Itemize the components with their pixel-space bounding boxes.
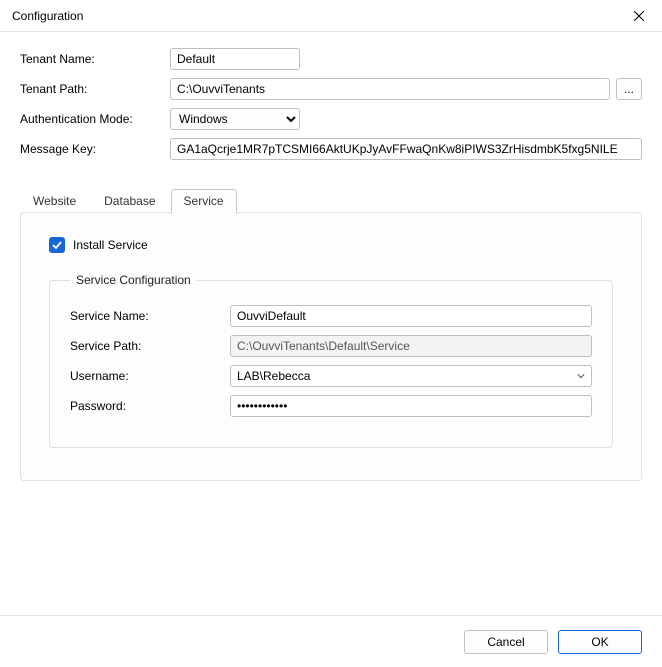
titlebar: Configuration — [0, 0, 662, 32]
close-button[interactable] — [616, 0, 662, 32]
service-name-input[interactable] — [230, 305, 592, 327]
tab-website[interactable]: Website — [20, 189, 89, 214]
checkmark-icon — [52, 240, 62, 250]
footer: Cancel OK — [0, 615, 662, 667]
username-label: Username: — [70, 369, 230, 383]
row-service-path: Service Path: — [70, 335, 592, 357]
tenant-path-input[interactable] — [170, 78, 610, 100]
row-message-key: Message Key: — [20, 138, 642, 160]
password-input[interactable] — [230, 395, 592, 417]
username-dropdown-button[interactable] — [571, 366, 591, 386]
service-path-input — [230, 335, 592, 357]
service-name-label: Service Name: — [70, 309, 230, 323]
chevron-down-icon — [577, 372, 585, 380]
service-config-title: Service Configuration — [70, 273, 197, 287]
tab-strip: Website Database Service — [20, 188, 642, 213]
tab-panel-service: Install Service Service Configuration Se… — [20, 212, 642, 481]
username-input[interactable] — [230, 365, 592, 387]
tab-database[interactable]: Database — [91, 189, 168, 214]
password-label: Password: — [70, 399, 230, 413]
auth-mode-label: Authentication Mode: — [20, 112, 170, 126]
row-username: Username: — [70, 365, 592, 387]
ok-button[interactable]: OK — [558, 630, 642, 654]
service-config-group: Service Configuration Service Name: Serv… — [49, 273, 613, 448]
close-icon — [634, 11, 644, 21]
tenant-name-input[interactable] — [170, 48, 300, 70]
username-combo[interactable] — [230, 365, 592, 387]
install-service-label: Install Service — [73, 238, 148, 252]
row-tenant-path: Tenant Path: ... — [20, 78, 642, 100]
tenant-path-label: Tenant Path: — [20, 82, 170, 96]
tenant-name-label: Tenant Name: — [20, 52, 170, 66]
auth-mode-select[interactable]: Windows — [170, 108, 300, 130]
browse-button[interactable]: ... — [616, 78, 642, 100]
window-title: Configuration — [12, 9, 83, 23]
message-key-input[interactable] — [170, 138, 642, 160]
message-key-label: Message Key: — [20, 142, 170, 156]
row-tenant-name: Tenant Name: — [20, 48, 642, 70]
window-body: Tenant Name: Tenant Path: ... Authentica… — [0, 32, 662, 493]
row-password: Password: — [70, 395, 592, 417]
service-path-label: Service Path: — [70, 339, 230, 353]
install-service-checkbox[interactable] — [49, 237, 65, 253]
row-auth-mode: Authentication Mode: Windows — [20, 108, 642, 130]
install-service-row: Install Service — [49, 237, 613, 253]
row-service-name: Service Name: — [70, 305, 592, 327]
tab-service[interactable]: Service — [171, 189, 237, 214]
cancel-button[interactable]: Cancel — [464, 630, 548, 654]
tab-control: Website Database Service Install Service… — [20, 188, 642, 481]
